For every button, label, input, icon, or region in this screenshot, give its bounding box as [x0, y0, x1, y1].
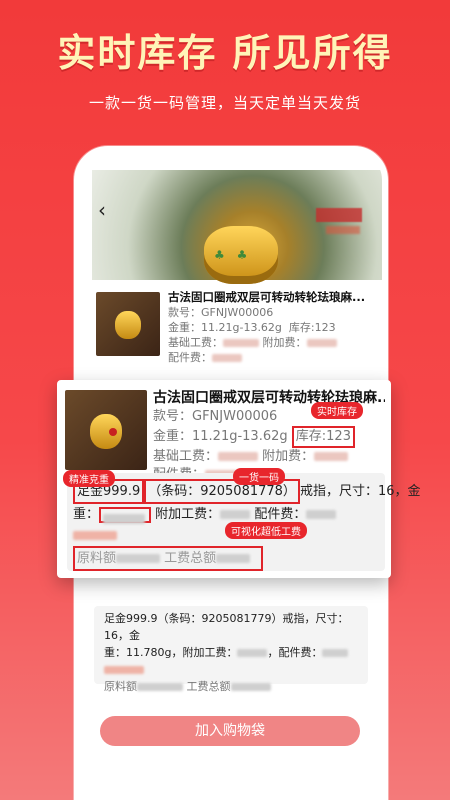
- product-title: 古法固口圈戒双层可转动转轮珐琅麻...: [168, 290, 366, 304]
- raw-amount-label: 原料额: [104, 680, 137, 693]
- extra-fee-label: 附加费：: [262, 449, 315, 464]
- headline: 实时库存 所见所得: [57, 31, 393, 75]
- spec-line: 足金999.9（条码：9205081779）戒指，尺寸：16，金: [104, 612, 349, 642]
- base-fee-label: 基础工费：: [153, 449, 219, 464]
- ring-image: ♣ ♣: [204, 226, 278, 284]
- product-thumbnail: [96, 292, 160, 356]
- extra-fee-label: 附加费：: [262, 336, 307, 349]
- tag-low-fee: 可视化超低工费: [225, 522, 307, 539]
- accessory-fee-label: 配件费：: [168, 351, 212, 364]
- base-fee-label: 基础工费：: [168, 336, 223, 349]
- product-weight: 金重：11.21g-13.62g: [168, 321, 282, 334]
- spec-weight-value: [99, 506, 152, 524]
- raw-amount-label: 原料额: [77, 551, 117, 566]
- spec-line-rest: 戒指，尺寸：16，金: [299, 484, 421, 499]
- product-stock: 库存:123: [288, 321, 336, 334]
- tag-one-code: 一货一码: [233, 468, 285, 485]
- hero-badge: [316, 208, 362, 222]
- zoom-popup: 古法固口圈戒双层可转动转轮珐琅麻... 款号：GFNJW00006 金重：11.…: [57, 380, 420, 578]
- hero-badge-sub: [326, 226, 360, 234]
- spec-amount-row: 原料额 工费总额: [73, 546, 263, 571]
- spec-card: 足金999.9 （条码：9205081778） 戒指，尺寸：16，金 重： 附加工费…: [67, 473, 420, 571]
- spec-weight-label: 重：: [73, 507, 100, 522]
- spec-extra-label: 附加工费：: [155, 507, 221, 522]
- fee-total-label: 工费总额: [164, 551, 217, 566]
- spec-accessory-label: ，配件费：: [267, 646, 323, 659]
- fee-total-label: 工费总额: [186, 680, 231, 693]
- product-row: 古法固口圈戒双层可转动转轮珐琅麻... 款号：GFNJW00006 金重：11.…: [92, 290, 382, 364]
- tag-realtime-stock: 实时库存: [311, 402, 363, 419]
- tag-precise-weight: 精准克重: [63, 470, 115, 487]
- product-thumbnail: [65, 390, 147, 470]
- chevron-left-icon[interactable]: ‹: [98, 198, 106, 222]
- product-stock: 库存:123: [291, 426, 355, 448]
- product-weight: 金重：11.21g-13.62g: [153, 429, 288, 444]
- product-hero-image: ♣ ♣: [92, 170, 382, 284]
- spec-accessory-label: 配件费：: [254, 507, 307, 522]
- product-sku: 款号：GFNJW00006: [168, 306, 274, 319]
- spec-card: 足金999.9（条码：9205081779）戒指，尺寸：16，金 重：11.78…: [94, 606, 368, 693]
- add-to-cart-button[interactable]: 加入购物袋: [100, 716, 360, 746]
- spec-weight: 重：11.780g，附加工费：: [104, 646, 238, 659]
- subheadline: 一款一货一码管理，当天定单当天发货: [88, 94, 361, 112]
